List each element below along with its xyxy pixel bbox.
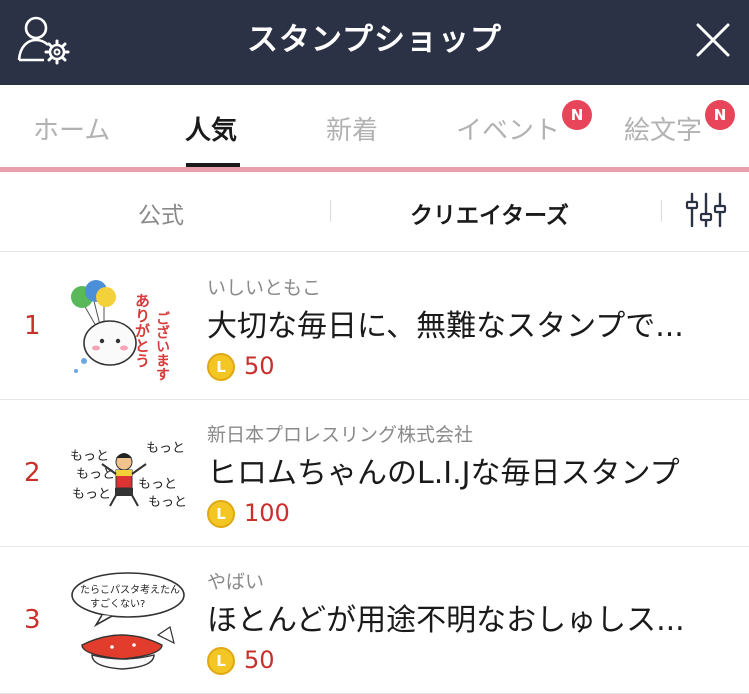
- sticker-title: ほとんどが用途不明なおしゅしス...: [207, 603, 685, 638]
- svg-text:すごくない?: すごくない?: [90, 597, 145, 610]
- new-badge: N: [562, 100, 592, 130]
- svg-text:もっと: もっと: [148, 495, 187, 510]
- close-icon[interactable]: [695, 22, 731, 58]
- rank-number: 1: [24, 311, 41, 341]
- tab-emoji[interactable]: 絵文字 N: [598, 85, 749, 169]
- svg-text:もっと: もっと: [146, 441, 185, 456]
- sticker-thumbnail[interactable]: もっと もっと もっと もっと もっと もっと: [62, 418, 190, 530]
- divider: [661, 200, 662, 222]
- creator-name: 新日本プロレスリング株式会社: [207, 424, 474, 446]
- price: 50: [244, 352, 275, 380]
- line-coin-icon: L: [207, 500, 235, 528]
- main-tabs: ホーム 人気 新着 イベント N 絵文字 N: [0, 85, 749, 169]
- svg-text:ございます: ございます: [154, 310, 170, 381]
- tab-home[interactable]: ホーム: [0, 85, 140, 169]
- rank-number: 3: [24, 605, 41, 635]
- line-coin-icon: L: [207, 647, 235, 675]
- tab-label: 絵文字: [624, 116, 703, 146]
- sticker-title: 大切な毎日に、無難なスタンプで...: [207, 309, 684, 344]
- tab-new[interactable]: 新着: [288, 85, 418, 169]
- tab-popular[interactable]: 人気: [140, 85, 288, 169]
- subtab-creators[interactable]: クリエイターズ: [410, 196, 569, 230]
- creator-name: やばい: [207, 571, 265, 593]
- header-bar: スタンプショップ: [0, 0, 749, 85]
- list-item[interactable]: 3 たらこパスタ考えたん すごくない? やばい ほとんどが用途不明なおしゅしス.…: [0, 547, 749, 694]
- tab-label: 新着: [326, 116, 379, 146]
- sticker-thumbnail[interactable]: たらこパスタ考えたん すごくない?: [62, 565, 190, 677]
- list-item[interactable]: 1 ありがとう ございます いしいともこ 大切な毎日に、無難なスタンプで... …: [0, 253, 749, 400]
- divider: [330, 200, 331, 222]
- svg-text:もっと: もっと: [72, 487, 111, 502]
- filter-sliders-icon[interactable]: [684, 190, 728, 230]
- svg-text:もっと: もっと: [70, 449, 109, 464]
- tab-events[interactable]: イベント N: [418, 85, 598, 169]
- sub-tabs: 公式 クリエイターズ: [0, 172, 749, 252]
- creator-name: いしいともこ: [207, 277, 322, 299]
- tab-label: ホーム: [33, 116, 111, 146]
- sticker-thumbnail[interactable]: ありがとう ございます: [62, 271, 190, 383]
- subtab-official[interactable]: 公式: [138, 196, 184, 230]
- tab-label: イベント: [456, 116, 561, 146]
- list-item[interactable]: 2 もっと もっと もっと もっと もっと もっと 新日本プロレスリング株式会社…: [0, 400, 749, 547]
- line-coin-icon: L: [207, 353, 235, 381]
- sticker-text: ありがとう: [133, 293, 151, 368]
- tab-label: 人気: [185, 116, 238, 146]
- new-badge: N: [705, 100, 735, 130]
- svg-text:たらこパスタ考えたん: たらこパスタ考えたん: [80, 584, 180, 596]
- svg-text:もっと: もっと: [138, 477, 177, 492]
- rank-number: 2: [24, 458, 41, 488]
- price: 50: [244, 646, 275, 674]
- page-title: スタンプショップ: [246, 22, 503, 58]
- sticker-title: ヒロムちゃんのL.I.Jな毎日スタンプ: [207, 456, 680, 491]
- price: 100: [244, 499, 290, 527]
